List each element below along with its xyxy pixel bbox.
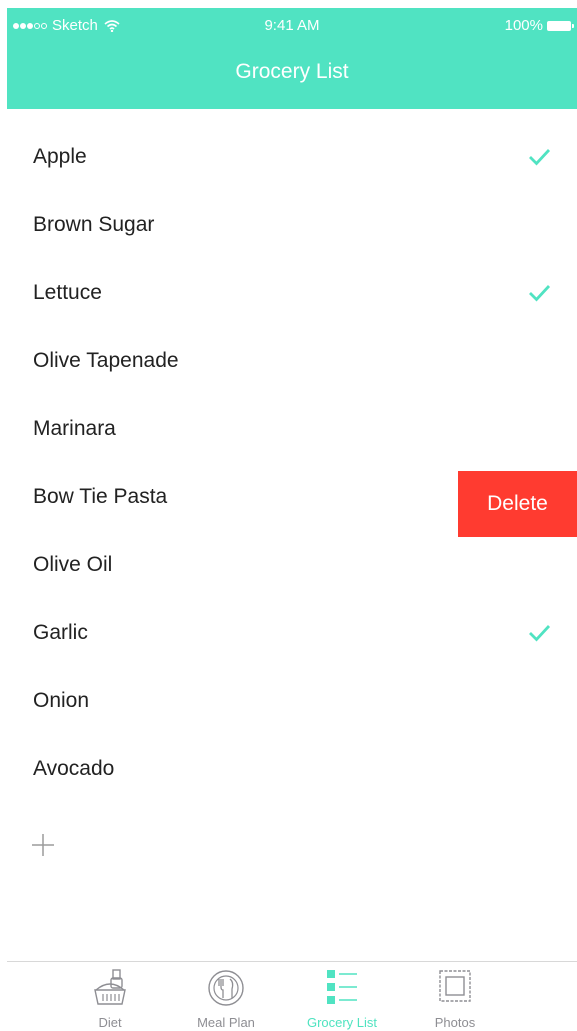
item-label: Marinara xyxy=(33,417,116,440)
item-label: Olive Tapenade xyxy=(33,349,179,372)
list-item[interactable]: Lettuce xyxy=(0,258,577,326)
item-label: Bow Tie Pasta xyxy=(33,485,168,508)
tab-label: Meal Plan xyxy=(197,1015,255,1030)
item-label: Avocado xyxy=(33,757,115,780)
status-time: 9:41 AM xyxy=(264,17,320,34)
checkmark-icon[interactable] xyxy=(528,148,551,166)
delete-button[interactable]: Delete xyxy=(458,471,577,537)
tab-meal-plan[interactable]: Meal Plan xyxy=(176,962,276,1031)
nav-header: Sketch 9:41 AM 100% Grocery List xyxy=(7,8,577,109)
checkmark-icon[interactable] xyxy=(528,284,551,302)
plate-utensils-icon xyxy=(208,970,244,1006)
grocery-list: Apple Brown Sugar Lettuce Olive Tapenade Mar… xyxy=(0,122,577,802)
add-item-icon[interactable] xyxy=(30,832,56,858)
tab-grocery-list[interactable]: Grocery List xyxy=(292,962,392,1031)
list-item[interactable]: Marinara xyxy=(0,394,577,462)
battery-status: 100% xyxy=(504,17,574,34)
page-title: Grocery List xyxy=(235,60,349,83)
tab-diet[interactable]: Diet xyxy=(60,962,160,1031)
status-bar: Sketch 9:41 AM 100% xyxy=(7,8,577,43)
item-label: Lettuce xyxy=(33,281,102,304)
tab-photos[interactable]: Photos xyxy=(405,962,505,1031)
list-item[interactable]: Garlic xyxy=(0,598,577,666)
list-item[interactable]: Olive Tapenade xyxy=(0,326,577,394)
list-item[interactable]: Bow Tie Pasta Delete xyxy=(0,462,577,537)
battery-icon xyxy=(547,20,574,31)
item-label: Olive Oil xyxy=(33,553,113,576)
item-label: Brown Sugar xyxy=(33,213,155,236)
item-label: Apple xyxy=(33,145,87,168)
photo-frame-icon xyxy=(439,970,471,1002)
tab-label: Grocery List xyxy=(306,1015,378,1030)
tab-bar: Diet Meal Plan Grocery List Photos xyxy=(7,961,577,1031)
checklist-icon xyxy=(327,970,357,1004)
list-item[interactable]: Olive Oil xyxy=(0,530,577,598)
tab-label: Diet xyxy=(98,1015,122,1030)
list-item[interactable]: Avocado xyxy=(0,734,577,802)
basket-icon xyxy=(94,969,126,1005)
checkmark-icon[interactable] xyxy=(528,624,551,642)
item-label: Garlic xyxy=(33,621,88,644)
tab-label: Photos xyxy=(434,1015,476,1030)
list-item[interactable]: Apple xyxy=(0,122,577,190)
list-item[interactable]: Onion xyxy=(0,666,577,734)
list-item[interactable]: Brown Sugar xyxy=(0,190,577,258)
item-label: Onion xyxy=(33,689,90,712)
battery-percent: 100% xyxy=(504,17,543,34)
